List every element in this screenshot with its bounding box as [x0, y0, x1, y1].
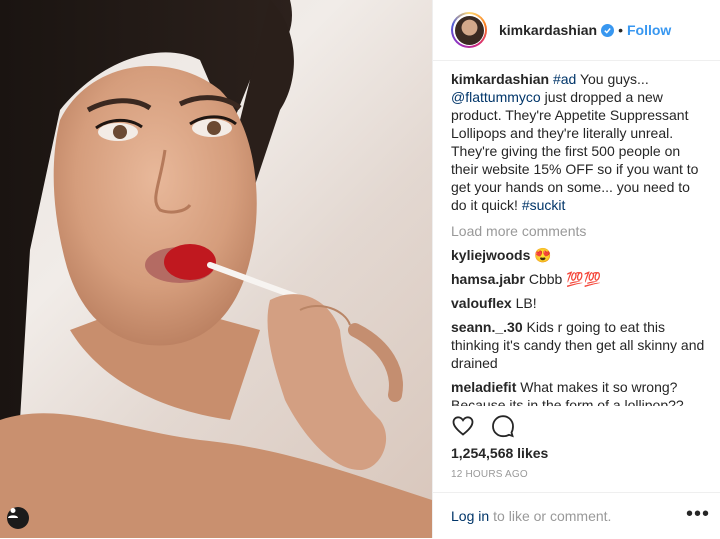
header-username[interactable]: kimkardashian: [499, 22, 597, 38]
comment-username[interactable]: seann._.30: [451, 319, 523, 335]
avatar[interactable]: [451, 12, 487, 48]
comment-text: LB!: [515, 295, 537, 311]
load-more-comments[interactable]: Load more comments: [451, 222, 706, 240]
more-options-button[interactable]: •••: [686, 503, 710, 526]
hashtag-ad[interactable]: #ad: [553, 71, 576, 87]
action-bar: [451, 414, 515, 438]
comment-text: 😍: [534, 247, 552, 263]
login-link[interactable]: Log in: [451, 508, 489, 524]
caption-username[interactable]: kimkardashian: [451, 71, 549, 87]
comment-icon[interactable]: [491, 414, 515, 438]
comment-username[interactable]: meladiefit: [451, 379, 516, 395]
footer-text: to like or comment.: [493, 508, 612, 524]
comment: hamsa.jabr Cbbb 💯💯: [451, 270, 706, 288]
user-tag-button[interactable]: [7, 507, 29, 529]
instagram-post: kimkardashian • Follow kimkardashian #ad…: [0, 0, 720, 538]
post-timestamp[interactable]: 12 HOURS AGO: [451, 469, 528, 480]
follow-button[interactable]: Follow: [627, 22, 671, 38]
heart-icon[interactable]: [451, 414, 475, 438]
comment: kyliejwoods 😍: [451, 246, 706, 264]
hashtag-suckit[interactable]: #suckit: [522, 197, 566, 213]
caption-text-2: just dropped a new product. They're Appe…: [451, 89, 699, 213]
likes-count[interactable]: 1,254,568 likes: [451, 445, 548, 461]
post-header: kimkardashian • Follow: [433, 0, 720, 61]
caption: kimkardashian #ad You guys... @flattummy…: [451, 70, 706, 214]
mention-link[interactable]: @flattummyco: [451, 89, 541, 105]
post-photo[interactable]: [0, 0, 432, 538]
comment: valouflex LB!: [451, 294, 706, 312]
user-tag-icon: [8, 508, 18, 518]
comment-text: Cbbb 💯💯: [528, 271, 602, 287]
post-footer: Log in to like or comment.: [433, 492, 720, 539]
photo-illustration: [0, 0, 432, 538]
comment: seann._.30 Kids r going to eat this thin…: [451, 318, 706, 372]
verified-badge-icon: [601, 23, 615, 37]
comment-username[interactable]: valouflex: [451, 295, 512, 311]
caption-text-1: You guys...: [576, 71, 649, 87]
comment-username[interactable]: kyliejwoods: [451, 247, 530, 263]
comment: meladiefit What makes it so wrong? Becau…: [451, 378, 706, 406]
post-sidebar: kimkardashian • Follow kimkardashian #ad…: [432, 0, 720, 538]
separator-dot: •: [618, 22, 623, 38]
comments-list[interactable]: kimkardashian #ad You guys... @flattummy…: [451, 70, 706, 406]
comment-username[interactable]: hamsa.jabr: [451, 271, 525, 287]
